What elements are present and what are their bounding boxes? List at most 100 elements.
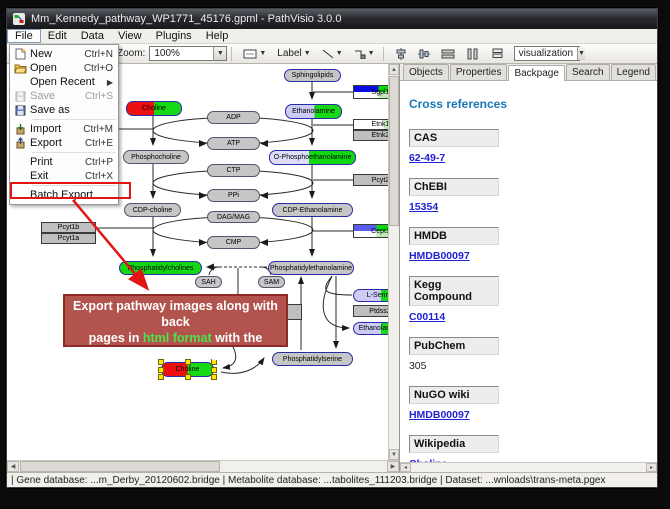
file-menu-item-open-recent[interactable]: Open Recent ▶ [10, 75, 118, 89]
visualization-dropdown-icon[interactable]: ▼ [577, 47, 585, 60]
pathway-node[interactable]: Phosphocholine [123, 150, 189, 164]
open-folder-icon [14, 63, 27, 74]
scroll-right-icon[interactable]: ▸ [646, 463, 657, 472]
file-menu-item-export[interactable]: Export Ctrl+E [10, 136, 118, 150]
horizontal-scroll-thumb[interactable] [20, 461, 220, 472]
tab-properties[interactable]: Properties [450, 64, 508, 80]
xref-link[interactable]: 62-49-7 [409, 152, 445, 164]
zoom-combobox[interactable]: 100% ▼ [149, 46, 227, 61]
pathway-node[interactable]: Sphingolipids [284, 69, 341, 82]
menu-view[interactable]: View [111, 29, 149, 43]
zoom-value: 100% [150, 48, 213, 59]
pathway-node[interactable]: CTP [207, 164, 260, 177]
pathway-node[interactable]: Etnk1 [353, 119, 388, 130]
annotation-callout: Export pathway images along with back pa… [63, 294, 288, 347]
pathway-node[interactable]: SAH [195, 276, 222, 288]
menu-bar: File Edit Data View Plugins Help [7, 29, 657, 44]
pathway-node[interactable]: Pcyt2 [353, 174, 388, 186]
annotation-highlight: html format [143, 331, 212, 345]
pathway-node[interactable]: Cept1 [353, 224, 388, 238]
canvas-horizontal-scrollbar[interactable]: ◀ ▶ [7, 460, 399, 472]
vertical-scroll-thumb[interactable] [389, 76, 399, 226]
selection-handle[interactable] [211, 374, 217, 380]
align-middle-icon [418, 48, 430, 60]
xref-link[interactable]: C00114 [409, 311, 445, 323]
scroll-left-icon[interactable]: ◀ [7, 461, 19, 472]
file-menu-item-batch-export[interactable]: Batch Export [10, 188, 118, 202]
selection-handle[interactable] [158, 367, 164, 373]
pathway-node[interactable]: Ethanolamine [285, 104, 342, 119]
pathway-node[interactable]: Pcyt1a [41, 233, 96, 244]
menu-edit[interactable]: Edit [41, 29, 74, 43]
label-tool-button[interactable]: Label ▼ [273, 46, 314, 61]
distribute-vertical-button[interactable] [462, 46, 484, 62]
tab-search[interactable]: Search [566, 64, 610, 80]
screenshot-frame: Mm_Kennedy_pathway_WP1771_45176.gpml - P… [0, 0, 670, 509]
menu-plugins[interactable]: Plugins [149, 29, 199, 43]
backpage-content: Cross references CAS 62-49-7 ChEBI 15354… [400, 81, 657, 462]
scroll-right-icon[interactable]: ▶ [387, 461, 399, 472]
pathway-node[interactable]: Ptdss2 [353, 305, 388, 317]
pathway-node[interactable]: Sgpl1 [353, 85, 388, 99]
connector-tool-button[interactable]: ▼ [350, 47, 379, 61]
save-disk-icon [15, 91, 26, 102]
menu-file[interactable]: File [7, 29, 41, 43]
pathway-node[interactable]: ATP [207, 137, 260, 150]
line-icon [322, 49, 334, 59]
pathway-node[interactable]: SAM [258, 276, 285, 288]
scroll-up-icon[interactable]: ▲ [389, 64, 399, 75]
line-tool-button[interactable]: ▼ [318, 47, 347, 61]
chevron-down-icon: ▼ [336, 50, 343, 57]
title-bar[interactable]: Mm_Kennedy_pathway_WP1771_45176.gpml - P… [7, 9, 657, 29]
file-menu-item-open[interactable]: Open Ctrl+O [10, 61, 118, 75]
file-menu-item-new[interactable]: New Ctrl+N [10, 47, 118, 61]
selection-handle[interactable] [185, 374, 191, 380]
selection-handle[interactable] [158, 374, 164, 380]
pathway-node[interactable]: ADP [207, 111, 260, 124]
pathway-node[interactable]: CDP-choline [124, 203, 181, 217]
zoom-dropdown-icon[interactable]: ▼ [213, 47, 226, 60]
panel-horizontal-scrollbar[interactable]: ◂ ▸ [400, 462, 657, 472]
pathway-node[interactable]: O-Phosphoethanolamine [269, 150, 356, 165]
tab-backpage[interactable]: Backpage [508, 65, 564, 81]
stack-button[interactable] [487, 46, 508, 61]
file-menu-item-save[interactable]: Save Ctrl+S [10, 89, 118, 103]
file-menu-item-exit[interactable]: Exit Ctrl+X [10, 169, 118, 183]
pathway-node[interactable]: CDP-Ethanolamine [272, 203, 353, 217]
pathway-node[interactable]: Pcyt1b [41, 222, 96, 233]
tab-legend[interactable]: Legend [611, 64, 656, 80]
pathway-node[interactable]: CMP [207, 236, 260, 249]
canvas-vertical-scrollbar[interactable]: ▲ ▼ [388, 64, 399, 460]
file-menu-item-print[interactable]: Print Ctrl+P [10, 155, 118, 169]
visualization-value: visualization [515, 48, 577, 59]
pathway-node[interactable]: Etnk2 [353, 130, 388, 141]
xref-name: ChEBI [409, 178, 499, 196]
xref-link[interactable]: 15354 [409, 201, 438, 213]
xref-link[interactable]: HMDB00097 [409, 409, 470, 421]
file-menu-item-save-as[interactable]: Save as [10, 103, 118, 117]
distribute-horizontal-button[interactable] [437, 46, 459, 62]
xref-link[interactable]: HMDB00097 [409, 250, 470, 262]
pathway-node[interactable]: DAG/MAG [207, 211, 260, 223]
selection-handle[interactable] [211, 367, 217, 373]
menu-data[interactable]: Data [74, 29, 111, 43]
pathway-node[interactable]: Choline [126, 101, 182, 116]
datanode-tool-button[interactable]: ▼ [239, 47, 270, 61]
pathway-node[interactable]: PPi [207, 189, 260, 202]
pathway-node[interactable]: Ethanolamine [353, 322, 388, 335]
align-middle-button[interactable] [414, 46, 434, 62]
stack-icon [491, 48, 504, 59]
scroll-left-icon[interactable]: ◂ [400, 463, 411, 472]
pathway-node[interactable]: L-Serine [353, 289, 388, 302]
app-icon [13, 13, 25, 25]
xref-name: PubChem [409, 337, 499, 355]
tab-objects[interactable]: Objects [403, 64, 449, 80]
visualization-combobox[interactable]: visualization ▼ [514, 46, 580, 61]
menu-help[interactable]: Help [199, 29, 236, 43]
scroll-down-icon[interactable]: ▼ [389, 449, 399, 460]
align-center-button[interactable] [391, 46, 411, 62]
file-menu-item-import[interactable]: Import Ctrl+M [10, 122, 118, 136]
pathway-node[interactable]: Phosphatidylethanolamine [268, 261, 354, 275]
pathway-node[interactable]: Phosphatidylcholines [119, 261, 202, 275]
distribute-vertical-icon [466, 48, 480, 60]
